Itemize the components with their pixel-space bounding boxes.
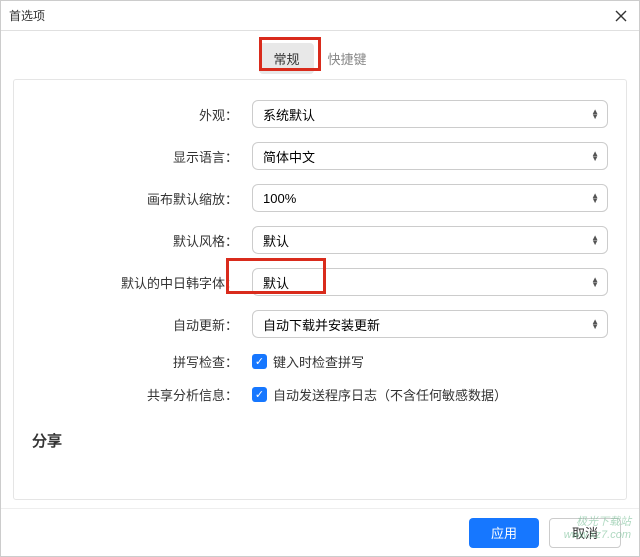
label-appearance: 外观： [32,105,252,124]
tab-shortcuts[interactable]: 快捷键 [314,43,381,74]
tab-general[interactable]: 常规 [259,43,313,74]
titlebar: 首选项 [1,1,639,31]
row-language: 显示语言： 简体中文 ▲▼ [32,142,608,170]
dialog-footer: 应用 取消 [1,508,639,556]
select-appearance[interactable]: 系统默认 ▲▼ [252,100,608,128]
select-autoupdate-value: 自动下载并安装更新 [263,315,380,334]
tab-bar: 常规 快捷键 [1,31,639,82]
label-language: 显示语言： [32,147,252,166]
row-style: 默认风格： 默认 ▲▼ [32,226,608,254]
select-style[interactable]: 默认 ▲▼ [252,226,608,254]
label-zoom: 画布默认缩放： [32,189,252,208]
chevron-updown-icon: ▲▼ [591,235,599,245]
select-zoom-value: 100% [263,191,296,206]
row-autoupdate: 自动更新： 自动下载并安装更新 ▲▼ [32,310,608,338]
select-autoupdate[interactable]: 自动下载并安装更新 ▲▼ [252,310,608,338]
label-autoupdate: 自动更新： [32,315,252,334]
row-analytics: 共享分析信息： ✓ 自动发送程序日志（不含任何敏感数据） [32,385,608,404]
window-title: 首选项 [9,7,45,24]
section-share-title: 分享 [32,430,608,451]
select-language[interactable]: 简体中文 ▲▼ [252,142,608,170]
select-appearance-value: 系统默认 [263,105,315,124]
row-zoom: 画布默认缩放： 100% ▲▼ [32,184,608,212]
select-style-value: 默认 [263,231,289,250]
label-spellcheck: 拼写检查： [32,352,252,371]
label-cjkfont: 默认的中日韩字体： [32,273,252,292]
chevron-updown-icon: ▲▼ [591,277,599,287]
checkbox-analytics-label: 自动发送程序日志（不含任何敏感数据） [273,385,507,404]
select-zoom[interactable]: 100% ▲▼ [252,184,608,212]
row-appearance: 外观： 系统默认 ▲▼ [32,100,608,128]
chevron-updown-icon: ▲▼ [591,109,599,119]
label-style: 默认风格： [32,231,252,250]
chevron-updown-icon: ▲▼ [591,319,599,329]
label-analytics: 共享分析信息： [32,385,252,404]
cancel-button[interactable]: 取消 [549,518,621,548]
checkbox-spellcheck[interactable]: ✓ [252,354,267,369]
select-language-value: 简体中文 [263,147,315,166]
row-spellcheck: 拼写检查： ✓ 键入时检查拼写 [32,352,608,371]
checkbox-analytics[interactable]: ✓ [252,387,267,402]
settings-panel: 外观： 系统默认 ▲▼ 显示语言： 简体中文 ▲▼ 画布默认缩放： 100% ▲… [13,79,627,500]
checkbox-spellcheck-label: 键入时检查拼写 [273,352,364,371]
select-cjkfont-value: 默认 [263,273,289,292]
row-cjkfont: 默认的中日韩字体： 默认 ▲▼ [32,268,608,296]
chevron-updown-icon: ▲▼ [591,193,599,203]
select-cjkfont[interactable]: 默认 ▲▼ [252,268,608,296]
apply-button[interactable]: 应用 [469,518,539,548]
chevron-updown-icon: ▲▼ [591,151,599,161]
close-button[interactable] [611,6,631,26]
